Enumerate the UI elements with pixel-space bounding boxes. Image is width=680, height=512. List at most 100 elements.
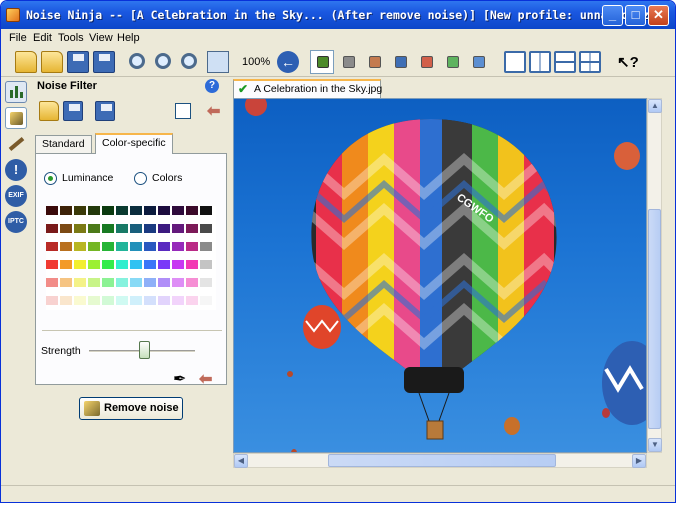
palette-swatch[interactable] [172,260,184,269]
fit-icon[interactable] [207,51,229,73]
palette-swatch[interactable] [88,206,100,215]
document-tab[interactable]: ✔ A Celebration in the Sky.jpg [233,79,382,98]
palette-swatch[interactable] [158,260,170,269]
scroll-up-button[interactable]: ▲ [648,99,662,113]
palette-swatch[interactable] [172,224,184,233]
channel-orange-icon[interactable] [369,56,381,68]
apply-arrow-icon[interactable]: ⬅ [207,101,220,121]
channel-green-icon[interactable] [447,56,459,68]
palette-swatch[interactable] [186,242,198,251]
palette-swatch[interactable] [200,278,212,287]
channel-lightblue-icon[interactable] [473,56,485,68]
palette-swatch[interactable] [130,260,142,269]
palette-swatch[interactable] [200,224,212,233]
menu-help[interactable]: Help [117,32,140,44]
palette-swatch[interactable] [186,278,198,287]
palette-swatch[interactable] [130,278,142,287]
remove-noise-button[interactable]: Remove noise [79,397,183,420]
zoom-out-icon[interactable] [155,53,171,69]
palette-swatch[interactable] [102,296,114,305]
menu-view[interactable]: View [89,32,113,44]
image-canvas[interactable]: CGWFO [233,98,647,453]
menu-edit[interactable]: Edit [33,32,52,44]
save-profile-as-icon[interactable] [95,101,115,121]
palette-swatch[interactable] [200,260,212,269]
palette-swatch[interactable] [88,296,100,305]
palette-swatch[interactable] [46,206,58,215]
save-profile-icon[interactable] [63,101,83,121]
zoom-icon[interactable] [181,53,197,69]
warning-icon[interactable]: ! [5,159,27,181]
tab-color-specific[interactable]: Color-specific [95,133,173,154]
palette-swatch[interactable] [102,278,114,287]
palette-swatch[interactable] [116,242,128,251]
iptc-icon[interactable]: IPTC [5,211,27,233]
palette-swatch[interactable] [130,224,142,233]
open-profile-icon[interactable] [39,101,59,121]
open-folder-icon[interactable] [41,51,63,73]
horizontal-scrollbar[interactable]: ◀ ▶ [233,453,647,468]
channel-blue-icon[interactable] [395,56,407,68]
vertical-scrollbar[interactable]: ▲ ▼ [647,98,662,453]
palette-swatch[interactable] [74,278,86,287]
radio-luminance[interactable] [44,172,57,185]
palette-swatch[interactable] [88,224,100,233]
palette-swatch[interactable] [158,242,170,251]
palette-swatch[interactable] [200,206,212,215]
palette-swatch[interactable] [186,296,198,305]
palette-swatch[interactable] [158,224,170,233]
tab-standard[interactable]: Standard [35,135,92,153]
palette-swatch[interactable] [144,278,156,287]
save-icon[interactable] [67,51,89,73]
maximize-button[interactable]: □ [625,5,646,26]
open-folder-icon[interactable] [15,51,37,73]
view-split-vertical-icon[interactable] [529,51,551,73]
palette-swatch[interactable] [46,242,58,251]
palette-swatch[interactable] [116,224,128,233]
strength-slider-thumb[interactable] [139,341,150,359]
palette-swatch[interactable] [130,206,142,215]
palette-swatch[interactable] [88,242,100,251]
palette-swatch[interactable] [144,242,156,251]
palette-swatch[interactable] [130,242,142,251]
palette-swatch[interactable] [186,206,198,215]
back-arrow-icon[interactable]: ← [277,51,299,73]
menu-tools[interactable]: Tools [58,32,84,44]
palette-swatch[interactable] [158,278,170,287]
palette-swatch[interactable] [172,278,184,287]
horizontal-scroll-thumb[interactable] [328,454,556,467]
palette-swatch[interactable] [200,242,212,251]
palette-swatch[interactable] [60,278,72,287]
palette-swatch[interactable] [200,296,212,305]
palette-swatch[interactable] [60,224,72,233]
palette-swatch[interactable] [116,206,128,215]
palette-swatch[interactable] [186,260,198,269]
noise-filter-icon[interactable] [5,107,27,129]
zoom-in-icon[interactable] [129,53,145,69]
palette-swatch[interactable] [88,260,100,269]
palette-swatch[interactable] [74,242,86,251]
palette-swatch[interactable] [74,260,86,269]
palette-swatch[interactable] [144,224,156,233]
minimize-button[interactable]: _ [602,5,623,26]
view-single-icon[interactable] [504,51,526,73]
view-split-horizontal-icon[interactable] [554,51,576,73]
palette-swatch[interactable] [116,260,128,269]
channel-gray-icon[interactable] [343,56,355,68]
menu-file[interactable]: File [9,32,27,44]
palette-swatch[interactable] [60,296,72,305]
palette-swatch[interactable] [172,242,184,251]
exif-icon[interactable]: EXIF [5,185,27,207]
panel-checkbox[interactable] [175,103,191,119]
palette-swatch[interactable] [46,296,58,305]
help-icon[interactable]: ? [205,79,219,93]
palette-swatch[interactable] [116,278,128,287]
palette-swatch[interactable] [88,278,100,287]
palette-swatch[interactable] [186,224,198,233]
help-cursor-icon[interactable]: ↖? [617,53,639,71]
palette-swatch[interactable] [158,206,170,215]
title-bar[interactable]: Noise Ninja -- [A Celebration in the Sky… [1,1,675,29]
histogram-icon[interactable] [5,81,27,103]
eyedropper-icon[interactable]: ✒ [173,369,186,389]
palette-swatch[interactable] [158,296,170,305]
